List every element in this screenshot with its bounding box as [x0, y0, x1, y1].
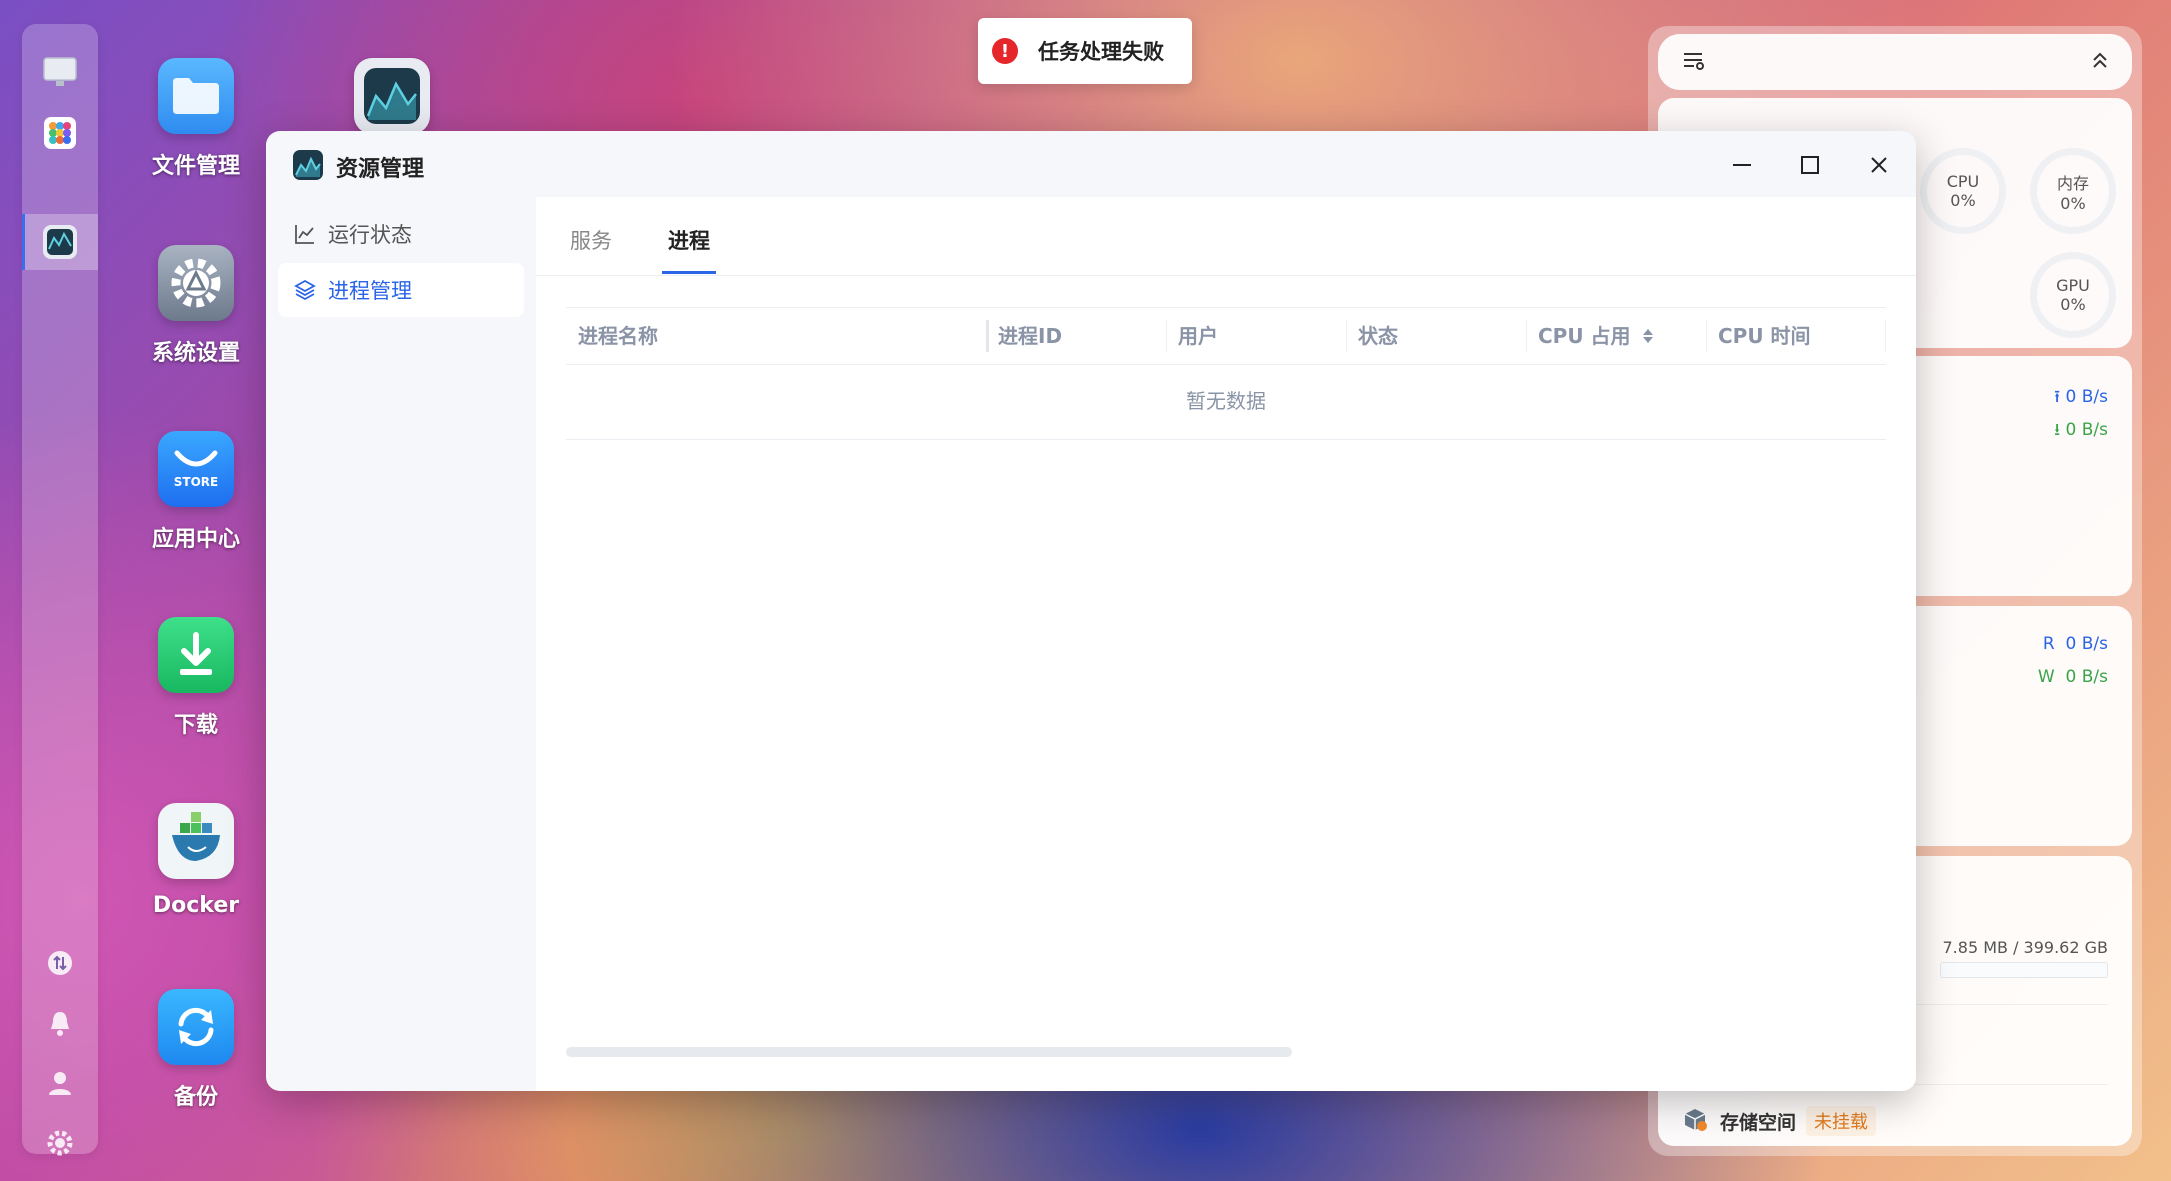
minimize-button[interactable]: [1722, 145, 1762, 185]
settings-icon: [158, 245, 234, 321]
disk-read-value: 0 B/s: [2065, 634, 2108, 654]
backup-icon: [158, 989, 234, 1065]
desktop-icon-label: 备份: [173, 1085, 218, 1110]
window-app-icon: [292, 149, 324, 185]
column-header-user[interactable]: 用户: [1166, 308, 1346, 364]
download-rate-value: 0 B/s: [2065, 420, 2108, 440]
gauge-label: 内存: [2056, 173, 2089, 193]
desktop-icon-backup[interactable]: 备份: [126, 989, 266, 1111]
close-button[interactable]: [1859, 145, 1899, 185]
gauge-value: 0%: [2060, 193, 2086, 213]
apps-grid-icon[interactable]: [41, 114, 79, 152]
storage-box-icon: [1682, 1106, 1708, 1136]
desktop-icon-docker[interactable]: Docker: [126, 803, 266, 918]
storage-usage-bar: [1940, 962, 2108, 978]
gauge-value: 0%: [1950, 191, 1976, 210]
cpu-gauge: CPU 0%: [1920, 148, 2006, 234]
store-icon: STORE: [158, 431, 234, 507]
desktop-icon-label: 应用中心: [151, 527, 240, 552]
bell-icon[interactable]: [41, 1004, 79, 1042]
tab-services[interactable]: 服务: [570, 225, 612, 255]
sidebar-item-label: 运行状态: [328, 223, 412, 247]
desktop-icon-label: 系统设置: [151, 341, 240, 366]
main-content: 服务 进程 进程名称 进程ID 用户 状态 CPU 占用 CPU 时间 暂无数据: [536, 197, 1916, 1091]
maximize-button[interactable]: [1790, 145, 1830, 185]
dock: [22, 24, 98, 1156]
storage-usage: 7.85 MB / 399.62 GB: [1942, 938, 2109, 957]
user-icon[interactable]: [41, 1064, 79, 1102]
gauge-label: GPU: [2056, 276, 2090, 295]
download-rate: ⭳ 0 B/s: [2054, 417, 2108, 446]
window-title: 资源管理: [336, 157, 425, 182]
disk-write-label: W: [2037, 667, 2055, 687]
error-icon: !: [992, 38, 1018, 64]
column-header-label: CPU 占用: [1538, 324, 1631, 348]
horizontal-scrollbar[interactable]: [566, 1047, 1292, 1057]
active-tab-indicator: [662, 271, 716, 274]
tab-divider: [536, 275, 1916, 276]
docker-icon: [158, 803, 234, 879]
collapse-icon[interactable]: [2090, 50, 2110, 76]
folder-icon: [158, 58, 234, 134]
sidebar-item-runtime-status[interactable]: 运行状态: [278, 207, 524, 261]
store-badge: STORE: [173, 475, 219, 489]
desktop-icon-resource-monitor[interactable]: [322, 58, 462, 134]
sort-icon[interactable]: [1642, 310, 1654, 366]
column-header-pid[interactable]: 进程ID: [986, 308, 1166, 364]
desktop-icon-app-center[interactable]: STORE 应用中心: [126, 431, 266, 553]
disk-write-value: 0 B/s: [2065, 667, 2108, 687]
disk-write-rate: W 0 B/s: [2038, 667, 2108, 687]
widget-toolbar: [1658, 34, 2132, 90]
chart-icon: [292, 221, 318, 247]
storage-space-label: 存储空间: [1720, 1111, 1797, 1134]
resource-manager-window: 资源管理 运行状态 进程管理 服务 进程 进程名称 进程ID 用户 状态 CPU…: [266, 131, 1916, 1091]
column-header-cpu-time[interactable]: CPU 时间: [1706, 308, 1886, 364]
toast-message: 任务处理失败: [1038, 40, 1164, 64]
column-header-cpu-usage[interactable]: CPU 占用: [1526, 308, 1706, 364]
disk-read-rate: R 0 B/s: [2043, 634, 2108, 654]
sidebar-item-process-management[interactable]: 进程管理: [278, 263, 524, 317]
gear-icon[interactable]: [41, 1124, 79, 1162]
storage-status-badge: 未挂载: [1806, 1106, 1877, 1136]
upload-arrow-icon: ⭱: [2054, 387, 2061, 407]
resource-monitor-dock-icon[interactable]: [41, 223, 79, 261]
gauge-value: 0%: [2060, 295, 2086, 314]
storage-space-row[interactable]: 存储空间 未挂载: [1682, 1106, 1877, 1136]
error-toast: ! 任务处理失败: [978, 18, 1192, 84]
column-header-process-name[interactable]: 进程名称: [566, 308, 986, 364]
sidebar-item-label: 进程管理: [328, 279, 412, 303]
column-divider: [1885, 320, 1886, 352]
column-header-status[interactable]: 状态: [1346, 308, 1526, 364]
window-titlebar[interactable]: 资源管理: [266, 131, 1916, 197]
process-table-header: 进程名称 进程ID 用户 状态 CPU 占用 CPU 时间: [566, 307, 1886, 365]
desktop-icon-system-settings[interactable]: 系统设置: [126, 245, 266, 367]
upload-rate-value: 0 B/s: [2065, 387, 2108, 407]
desktop-icon-file-manager[interactable]: 文件管理: [126, 58, 266, 180]
gauge-label: CPU: [1946, 172, 1980, 191]
widget-list-icon[interactable]: [1682, 50, 1706, 76]
gpu-gauge: GPU 0%: [2030, 252, 2116, 338]
desktop-icon-label: Docker: [152, 893, 240, 918]
download-icon: [158, 617, 234, 693]
memory-gauge: 内存 0%: [2030, 148, 2116, 234]
tab-processes[interactable]: 进程: [668, 225, 710, 255]
desktop-icon-label: 下载: [173, 713, 218, 738]
resource-monitor-icon: [354, 58, 430, 134]
layers-icon: [292, 277, 318, 303]
desktop-icon[interactable]: [41, 54, 79, 92]
upload-rate: ⭱ 0 B/s: [2054, 384, 2108, 413]
desktop-icon-download[interactable]: 下载: [126, 617, 266, 739]
table-empty-state: 暂无数据: [566, 363, 1886, 440]
transfer-icon[interactable]: [41, 944, 79, 982]
desktop-icon-label: 文件管理: [151, 154, 240, 179]
disk-read-label: R: [2042, 634, 2055, 654]
download-arrow-icon: ⭳: [2054, 420, 2061, 440]
